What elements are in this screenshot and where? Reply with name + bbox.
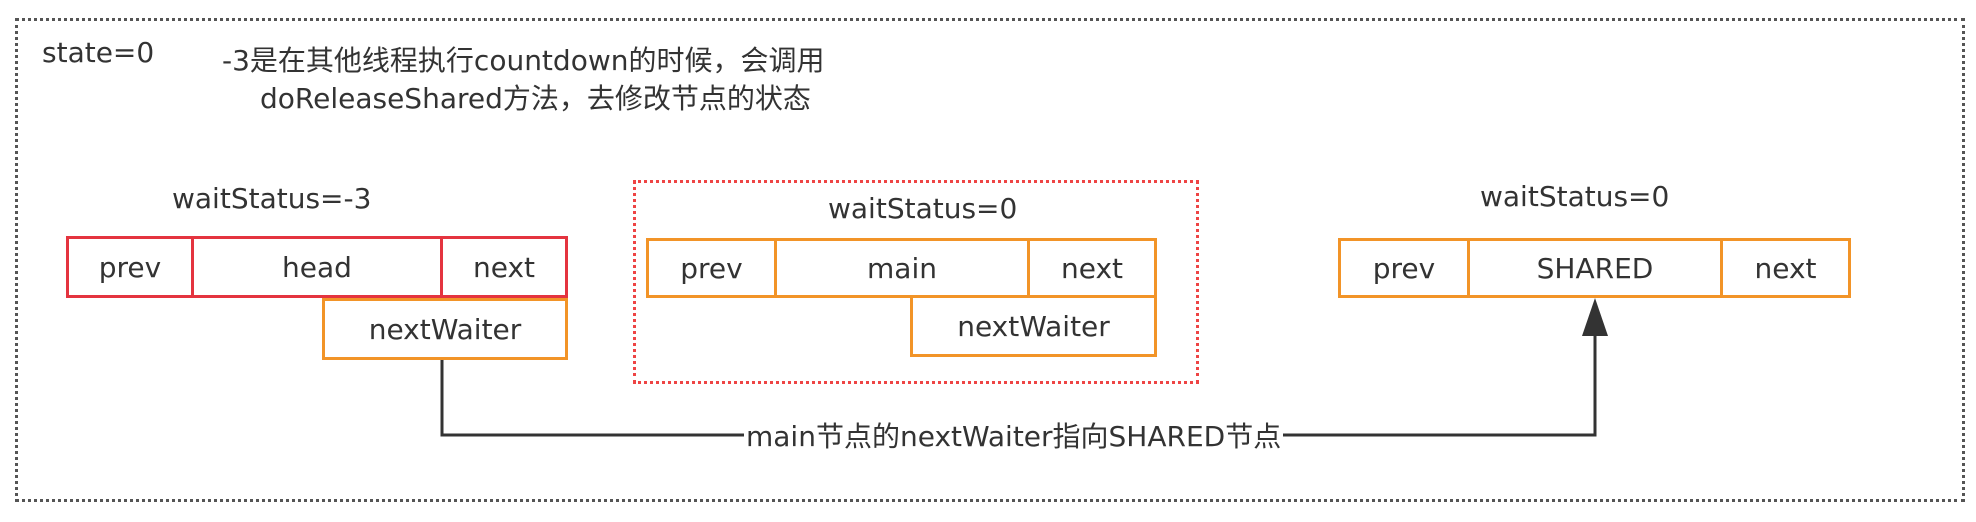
connector-arrowhead-icon bbox=[1582, 298, 1608, 336]
connector-label: main节点的nextWaiter指向SHARED节点 bbox=[744, 415, 1284, 455]
